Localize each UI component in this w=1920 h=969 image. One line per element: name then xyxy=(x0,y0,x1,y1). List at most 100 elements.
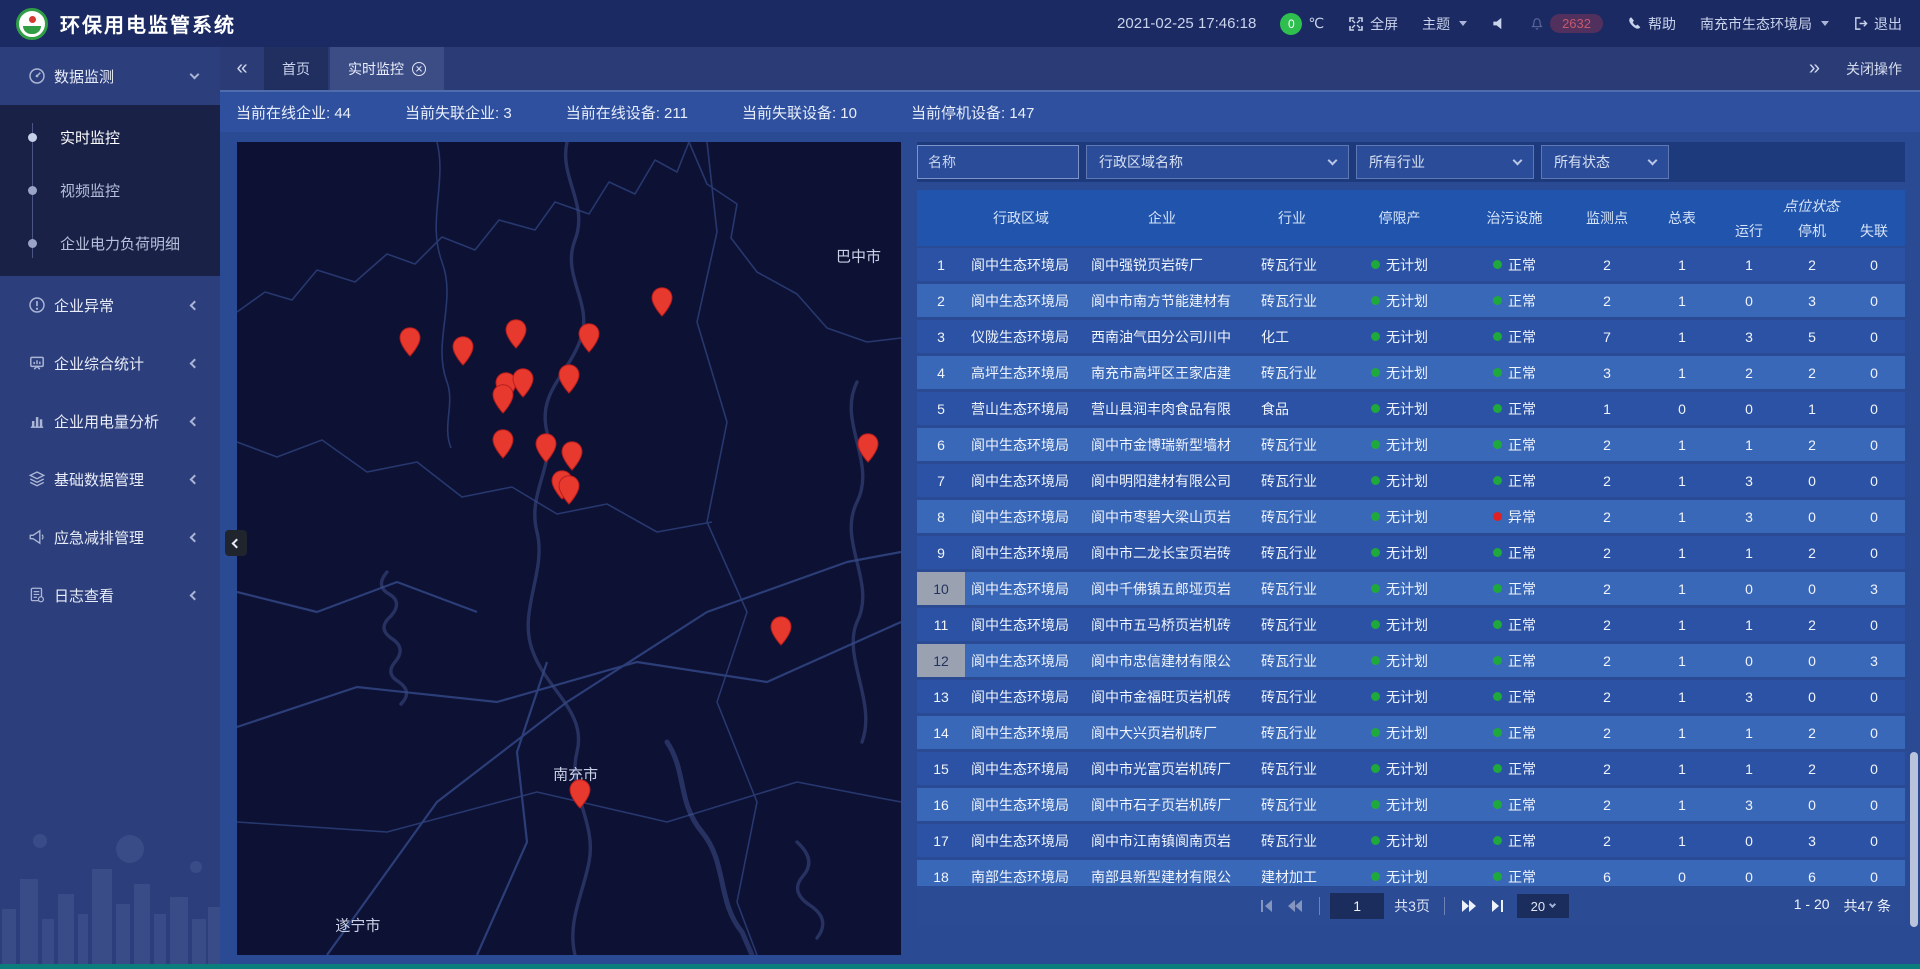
fullscreen-button[interactable]: 全屏 xyxy=(1348,14,1398,34)
map-pin[interactable] xyxy=(558,475,580,505)
tab-realtime-monitor[interactable]: 实时监控 xyxy=(330,47,444,90)
col-meters: 总表 xyxy=(1647,190,1717,246)
map-pin[interactable] xyxy=(452,336,474,366)
status-dot-icon xyxy=(1371,872,1380,881)
sidebar-item-emergency-reduction[interactable]: 应急减排管理 xyxy=(0,508,220,566)
last-page-button[interactable] xyxy=(1483,893,1511,919)
table-row[interactable]: 10阆中生态环境局阆中千佛镇五郎垭页岩砖瓦行业无计划正常21003 xyxy=(917,572,1905,605)
cell-facility-status: 正常 xyxy=(1462,644,1567,677)
table-row[interactable]: 1阆中生态环境局阆中强锐页岩砖厂砖瓦行业无计划正常21120 xyxy=(917,248,1905,281)
map-pin[interactable] xyxy=(492,384,514,414)
table-row[interactable]: 13阆中生态环境局阆中市金福旺页岩机砖砖瓦行业无计划正常21300 xyxy=(917,680,1905,713)
map-pin[interactable] xyxy=(569,779,591,809)
cell-industry: 建材加工 xyxy=(1247,860,1337,886)
logout-button[interactable]: 退出 xyxy=(1853,14,1902,34)
vertical-scrollbar[interactable] xyxy=(1910,132,1918,964)
theme-dropdown[interactable]: 主题 xyxy=(1422,14,1467,34)
sidebar-item-data-monitor[interactable]: 数据监测 xyxy=(0,47,220,105)
tab-home[interactable]: 首页 xyxy=(264,47,328,90)
status-select[interactable]: 所有状态 xyxy=(1541,145,1669,179)
map-pin[interactable] xyxy=(857,433,879,463)
page-size-select[interactable]: 20 xyxy=(1517,894,1569,918)
cell-stopped: 0 xyxy=(1781,788,1843,821)
cell-running: 3 xyxy=(1717,788,1781,821)
cell-offline: 0 xyxy=(1843,284,1905,317)
close-operations-button[interactable]: 关闭操作 xyxy=(1846,59,1902,79)
prev-page-button[interactable] xyxy=(1281,893,1309,919)
tabs-scroll-right-button[interactable]: » xyxy=(1809,57,1820,80)
notification-indicator[interactable]: 2632 xyxy=(1530,14,1603,33)
stat-item: 当前在线设备: 211 xyxy=(566,102,688,123)
table-row[interactable]: 7阆中生态环境局阆中明阳建材有限公司砖瓦行业无计划正常21300 xyxy=(917,464,1905,497)
first-page-button[interactable] xyxy=(1253,893,1281,919)
table-row[interactable]: 9阆中生态环境局阆中市二龙长宝页岩砖砖瓦行业无计划正常21120 xyxy=(917,536,1905,569)
table-row[interactable]: 4高坪生态环境局南充市高坪区王家店建砖瓦行业无计划正常31220 xyxy=(917,356,1905,389)
map-pin[interactable] xyxy=(578,323,600,353)
table-row[interactable]: 18南部生态环境局南部县新型建材有限公建材加工无计划正常60060 xyxy=(917,860,1905,886)
mute-button[interactable] xyxy=(1491,16,1506,31)
cell-offline: 0 xyxy=(1843,824,1905,857)
map-pin[interactable] xyxy=(505,319,527,349)
sidebar-item-enterprise-statistics[interactable]: 企业综合统计 xyxy=(0,334,220,392)
cell-industry: 化工 xyxy=(1247,320,1337,353)
cell-region: 阆中生态环境局 xyxy=(965,752,1077,785)
cell-region: 营山生态环境局 xyxy=(965,392,1077,425)
sidebar-item-power-load-detail[interactable]: 企业电力负荷明细 xyxy=(0,217,220,270)
sidebar-item-power-analysis[interactable]: 企业用电量分析 xyxy=(0,392,220,450)
map-pin[interactable] xyxy=(561,441,583,471)
cell-region: 阆中生态环境局 xyxy=(965,500,1077,533)
cell-industry: 砖瓦行业 xyxy=(1247,500,1337,533)
header-datetime: 2021-02-25 17:46:18 xyxy=(1117,15,1256,32)
industry-select[interactable]: 所有行业 xyxy=(1356,145,1534,179)
map-pin[interactable] xyxy=(535,433,557,463)
table-row[interactable]: 6阆中生态环境局阆中市金博瑞新型墙材砖瓦行业无计划正常21120 xyxy=(917,428,1905,461)
table-row[interactable]: 8阆中生态环境局阆中市枣碧大梁山页岩砖瓦行业无计划异常21300 xyxy=(917,500,1905,533)
cell-stopped: 0 xyxy=(1781,572,1843,605)
table-row[interactable]: 2阆中生态环境局阆中市南方节能建材有砖瓦行业无计划正常21030 xyxy=(917,284,1905,317)
sidebar-subitem-label: 实时监控 xyxy=(60,127,120,148)
tab-close-icon[interactable] xyxy=(412,62,426,76)
map-pin[interactable] xyxy=(770,616,792,646)
help-button[interactable]: 帮助 xyxy=(1627,14,1676,34)
org-dropdown[interactable]: 南充市生态环境局 xyxy=(1700,14,1829,34)
map-pin[interactable] xyxy=(492,429,514,459)
page-number-input[interactable] xyxy=(1330,893,1384,919)
status-dot-icon xyxy=(1371,620,1380,629)
map-collapse-button[interactable] xyxy=(225,530,247,556)
map-pin[interactable] xyxy=(558,364,580,394)
chevron-down-icon xyxy=(1513,156,1523,166)
fullscreen-label: 全屏 xyxy=(1370,14,1398,34)
table-row[interactable]: 14阆中生态环境局阆中大兴页岩机砖厂砖瓦行业无计划正常21120 xyxy=(917,716,1905,749)
sidebar-item-realtime-monitor[interactable]: 实时监控 xyxy=(0,111,220,164)
map-pin[interactable] xyxy=(399,327,421,357)
cell-company: 阆中市二龙长宝页岩砖 xyxy=(1077,536,1247,569)
table-row[interactable]: 3仪陇生态环境局西南油气田分公司川中化工无计划正常71350 xyxy=(917,320,1905,353)
table-row[interactable]: 11阆中生态环境局阆中市五马桥页岩机砖砖瓦行业无计划正常21120 xyxy=(917,608,1905,641)
table-row[interactable]: 5营山生态环境局营山县润丰肉食品有限食品无计划正常10010 xyxy=(917,392,1905,425)
sidebar-item-enterprise-abnormal[interactable]: 企业异常 xyxy=(0,276,220,334)
table-row[interactable]: 16阆中生态环境局阆中市石子页岩机砖厂砖瓦行业无计划正常21300 xyxy=(917,788,1905,821)
region-select[interactable]: 行政区域名称 xyxy=(1086,145,1349,179)
table-row[interactable]: 15阆中生态环境局阆中市光富页岩机砖厂砖瓦行业无计划正常21120 xyxy=(917,752,1905,785)
map-panel[interactable]: 巴中市南充市遂宁市 xyxy=(237,142,901,955)
cell-meters: 1 xyxy=(1647,752,1717,785)
status-dot-icon xyxy=(1371,692,1380,701)
cell-points: 2 xyxy=(1567,680,1647,713)
cell-points: 2 xyxy=(1567,464,1647,497)
name-search-input[interactable] xyxy=(917,145,1079,179)
megaphone-icon xyxy=(28,528,46,546)
table-row[interactable]: 17阆中生态环境局阆中市江南镇阆南页岩砖瓦行业无计划正常21030 xyxy=(917,824,1905,857)
scrollbar-thumb[interactable] xyxy=(1910,752,1918,927)
cell-offline: 0 xyxy=(1843,680,1905,713)
sidebar-item-video-monitor[interactable]: 视频监控 xyxy=(0,164,220,217)
tabs-scroll-left-button[interactable]: « xyxy=(220,47,264,90)
sidebar-item-base-data[interactable]: 基础数据管理 xyxy=(0,450,220,508)
map-pin[interactable] xyxy=(651,287,673,317)
cell-meters: 1 xyxy=(1647,572,1717,605)
sidebar-item-log-view[interactable]: 日志查看 xyxy=(0,566,220,624)
chevron-down-icon xyxy=(1821,21,1829,26)
next-page-button[interactable] xyxy=(1455,893,1483,919)
cell-running: 3 xyxy=(1717,320,1781,353)
table-row[interactable]: 12阆中生态环境局阆中市忠信建材有限公砖瓦行业无计划正常21003 xyxy=(917,644,1905,677)
map-pin[interactable] xyxy=(512,368,534,398)
